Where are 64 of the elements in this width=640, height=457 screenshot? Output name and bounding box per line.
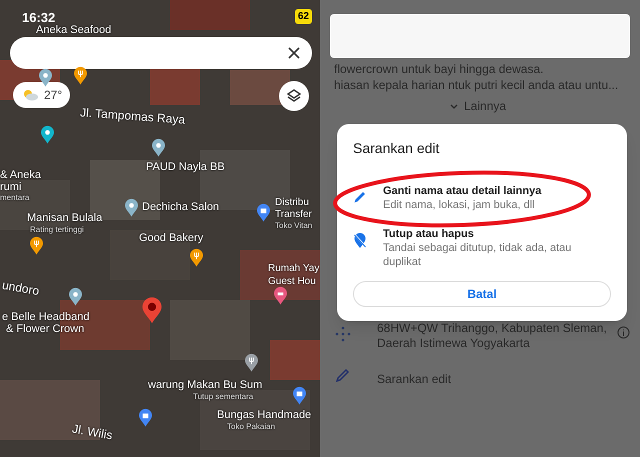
satellite-map[interactable] bbox=[0, 0, 320, 457]
location-pin-icon[interactable] bbox=[40, 125, 55, 144]
restaurant-pin-icon[interactable] bbox=[73, 66, 88, 86]
shopping-bag-pin-icon[interactable] bbox=[138, 408, 153, 428]
search-field[interactable] bbox=[10, 37, 312, 69]
street-label: Jl. Tampomas Raya bbox=[80, 106, 186, 126]
status-time: 16:32 bbox=[22, 9, 56, 25]
place-label: Good Bakery bbox=[139, 233, 204, 244]
restaurant-pin-icon[interactable] bbox=[189, 248, 204, 268]
place-label: Distribu bbox=[275, 198, 309, 208]
place-subtitle: Rating tertinggi bbox=[30, 226, 84, 234]
place-subtitle: Tutup sementara bbox=[193, 393, 254, 401]
place-label: Bungas Handmade bbox=[217, 410, 312, 421]
shopping-bag-pin-icon[interactable] bbox=[292, 386, 307, 406]
cloud-sun-icon bbox=[21, 89, 39, 101]
option-description: Edit nama, lokasi, jam buka, dll bbox=[383, 198, 536, 212]
cancel-button[interactable]: Batal bbox=[353, 281, 611, 307]
address-text: 68HW+QW Trihanggo, Kabupaten Sleman, Daerah Istimewa Yogyakarta bbox=[377, 321, 607, 351]
description-text: hiasan kepala harian ntuk putri kecil anda atau untu... bbox=[334, 77, 618, 94]
street-label: Jl. Wilis bbox=[71, 422, 114, 442]
restaurant-pin-icon[interactable] bbox=[244, 353, 259, 372]
street-label: undoro bbox=[1, 278, 40, 298]
bed-pin-icon[interactable] bbox=[273, 286, 288, 306]
place-label: e Belle Headband bbox=[2, 312, 90, 323]
layers-icon bbox=[286, 88, 302, 104]
layers-button[interactable] bbox=[279, 81, 309, 111]
place-label: Rumah Yay bbox=[268, 264, 320, 274]
place-label: Transfer bbox=[275, 210, 312, 220]
location-pin-icon[interactable] bbox=[124, 198, 139, 218]
place-subtitle: Toko Vitan bbox=[275, 222, 312, 230]
location-pin-icon[interactable] bbox=[38, 68, 53, 88]
place-label: Aneka Seafood bbox=[36, 25, 112, 36]
battery-indicator: 62 bbox=[294, 9, 312, 24]
pencil-icon bbox=[353, 190, 367, 204]
rooftop bbox=[270, 340, 320, 380]
description-text: flowercrown untuk bayi hingga dewasa. bbox=[334, 61, 544, 78]
dialog-title: Sarankan edit bbox=[353, 139, 440, 158]
place-label: Manisan Bulala bbox=[27, 213, 102, 224]
weather-chip[interactable]: 27° bbox=[13, 82, 70, 108]
place-subtitle: Toko Pakaian bbox=[227, 423, 276, 431]
crossed-pin-icon bbox=[353, 233, 367, 249]
option-row[interactable]: Tutup atau hapus Tandai sebagai ditutup, tidak ada, atau duplikat bbox=[353, 227, 613, 269]
plus-code-icon bbox=[335, 326, 351, 342]
pencil-icon bbox=[335, 368, 350, 383]
chevron-down-icon bbox=[450, 104, 458, 108]
place-label: Dechicha Salon bbox=[142, 202, 220, 213]
temperature-text: 27° bbox=[44, 87, 62, 104]
place-label: Guest Hou bbox=[268, 277, 316, 287]
place-label: warung Makan Bu Sum bbox=[148, 380, 262, 391]
restaurant-pin-icon[interactable] bbox=[29, 236, 44, 256]
location-pin-icon[interactable] bbox=[68, 287, 83, 306]
shopping-bag-pin-icon[interactable] bbox=[256, 203, 271, 222]
place-label: & Aneka bbox=[0, 170, 41, 181]
info-icon[interactable] bbox=[617, 326, 630, 339]
option-row[interactable]: Ganti nama atau detail lainnya Edit nama, lokasi, jam buka, dll bbox=[353, 184, 613, 212]
place-label: & Flower Crown bbox=[6, 324, 84, 335]
close-icon[interactable] bbox=[288, 47, 300, 59]
option-title[interactable]: Ganti nama atau detail lainnya bbox=[383, 184, 583, 198]
place-label: rumi bbox=[0, 182, 22, 193]
location-pin-icon[interactable] bbox=[151, 138, 166, 158]
place-label: PAUD Nayla BB bbox=[146, 162, 225, 173]
option-description: Tandai sebagai ditutup, tidak ada, atau duplikat bbox=[383, 241, 572, 269]
option-title[interactable]: Tutup atau hapus bbox=[383, 227, 583, 241]
place-subtitle: mentara bbox=[0, 194, 30, 202]
